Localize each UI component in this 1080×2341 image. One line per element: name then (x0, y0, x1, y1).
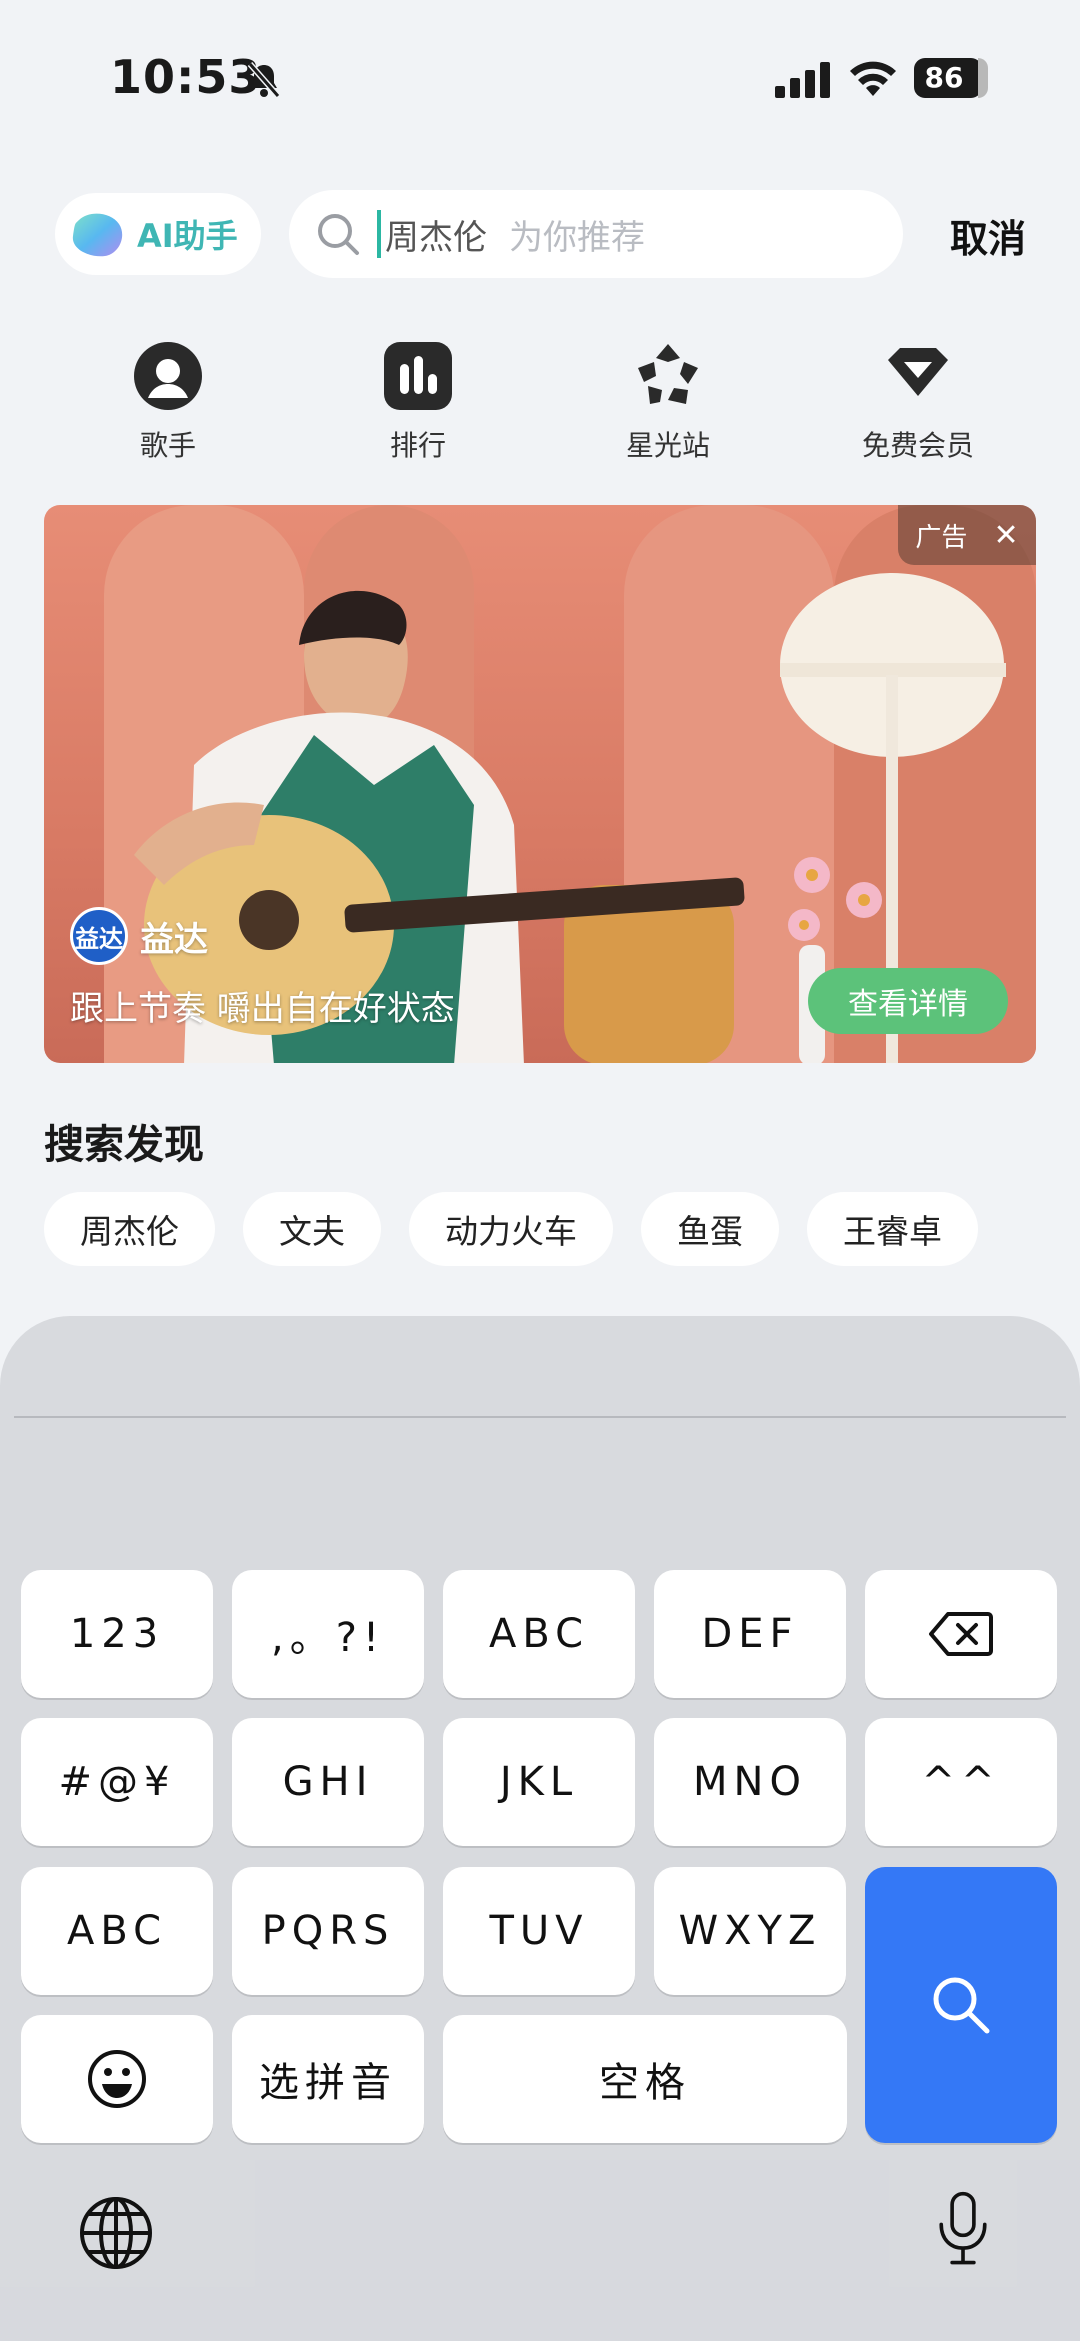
cancel-button[interactable]: 取消 (950, 208, 1026, 263)
keyboard-candidate-divider (14, 1416, 1066, 1418)
view-details-button[interactable]: 查看详情 (808, 968, 1008, 1034)
discovery-chip[interactable]: 王睿卓 (807, 1192, 978, 1266)
discovery-chip-list: 周杰伦 文夫 动力火车 鱼蛋 王睿卓 (44, 1192, 978, 1266)
key-abc-2[interactable]: ABC (443, 1570, 635, 1698)
key-wxyz-9[interactable]: WXYZ (654, 1867, 846, 1995)
quick-entry-free-vip[interactable]: 免费会员 (838, 340, 998, 464)
quick-entry-label: 歌手 (139, 429, 196, 462)
ai-assistant-label: AI助手 (137, 217, 238, 255)
quick-entry-label: 星光站 (625, 429, 710, 462)
search-query-text: 周杰伦 (385, 217, 487, 258)
quick-entry-ranking[interactable]: 排行 (338, 340, 498, 464)
singer-icon (134, 342, 202, 410)
backspace-icon (929, 1612, 993, 1656)
key-tuv-8[interactable]: TUV (443, 1867, 635, 1995)
search-icon (318, 214, 359, 255)
section-title: 搜索发现 (44, 1122, 204, 1168)
quick-entry-label: 免费会员 (861, 429, 974, 462)
keyboard-search-key[interactable] (865, 1867, 1057, 2143)
keyboard: 123 ,。?! ABC DEF #@¥ GHI JKL MNO ^^ ABC … (0, 1316, 1080, 2341)
key-symbols[interactable]: #@¥ (21, 1718, 213, 1846)
bell-off-icon (247, 62, 281, 98)
key-123[interactable]: 123 (21, 1570, 213, 1698)
ad-brand: 益达 益达 (70, 907, 208, 965)
key-select-pinyin[interactable]: 选拼音 (232, 2015, 424, 2143)
ad-badge-label: 广告 (915, 522, 968, 553)
key-emoticon[interactable]: ^^ (865, 1718, 1057, 1846)
search-input[interactable]: 周杰伦 为你推荐 (289, 190, 903, 278)
discovery-chip[interactable]: 周杰伦 (44, 1192, 215, 1266)
text-caret (377, 210, 381, 258)
status-time: 10:53 (110, 50, 262, 104)
globe-icon[interactable] (77, 2194, 155, 2272)
ad-slogan: 跟上节奏 嚼出自在好状态 (70, 989, 455, 1029)
vip-diamond-icon (888, 348, 948, 396)
key-abc-switch[interactable]: ABC (21, 1867, 213, 1995)
backspace-key[interactable] (865, 1570, 1057, 1698)
search-placeholder: 为你推荐 (509, 217, 645, 258)
emoji-icon (88, 2050, 146, 2108)
search-icon (933, 1977, 990, 2034)
battery-level: 86 (924, 61, 964, 94)
quick-entry-starlight[interactable]: 星光站 (588, 340, 748, 464)
key-pqrs-7[interactable]: PQRS (232, 1867, 424, 1995)
battery-icon: 86 (914, 58, 988, 98)
key-ghi-4[interactable]: GHI (232, 1718, 424, 1846)
ad-badge[interactable]: 广告 ✕ (898, 505, 1036, 565)
discovery-chip[interactable]: 文夫 (243, 1192, 381, 1266)
chart-icon (384, 342, 452, 410)
wifi-icon (850, 61, 896, 96)
discovery-chip[interactable]: 鱼蛋 (641, 1192, 779, 1266)
key-jkl-5[interactable]: JKL (443, 1718, 635, 1846)
key-mno-6[interactable]: MNO (654, 1718, 846, 1846)
ad-banner[interactable]: 广告 ✕ 益达 益达 跟上节奏 嚼出自在好状态 查看详情 (44, 505, 1036, 1063)
ai-assistant-button[interactable]: AI助手 (55, 193, 261, 275)
status-bar: 10:53 86 (0, 0, 1080, 150)
space-key[interactable]: 空格 (443, 2015, 847, 2143)
microphone-icon[interactable] (924, 2190, 1002, 2268)
emoji-key[interactable] (21, 2015, 213, 2143)
ai-logo-icon (72, 213, 123, 257)
cellular-signal-icon (775, 62, 830, 98)
quick-entry-label: 排行 (389, 429, 446, 462)
discovery-chip[interactable]: 动力火车 (409, 1192, 613, 1266)
brand-name: 益达 (140, 919, 208, 960)
key-punctuation[interactable]: ,。?! (232, 1570, 424, 1698)
starlight-icon (638, 344, 698, 404)
close-icon[interactable]: ✕ (993, 518, 1018, 553)
quick-entry-singer[interactable]: 歌手 (88, 340, 248, 464)
key-def-3[interactable]: DEF (654, 1570, 846, 1698)
brand-logo: 益达 (70, 907, 128, 965)
